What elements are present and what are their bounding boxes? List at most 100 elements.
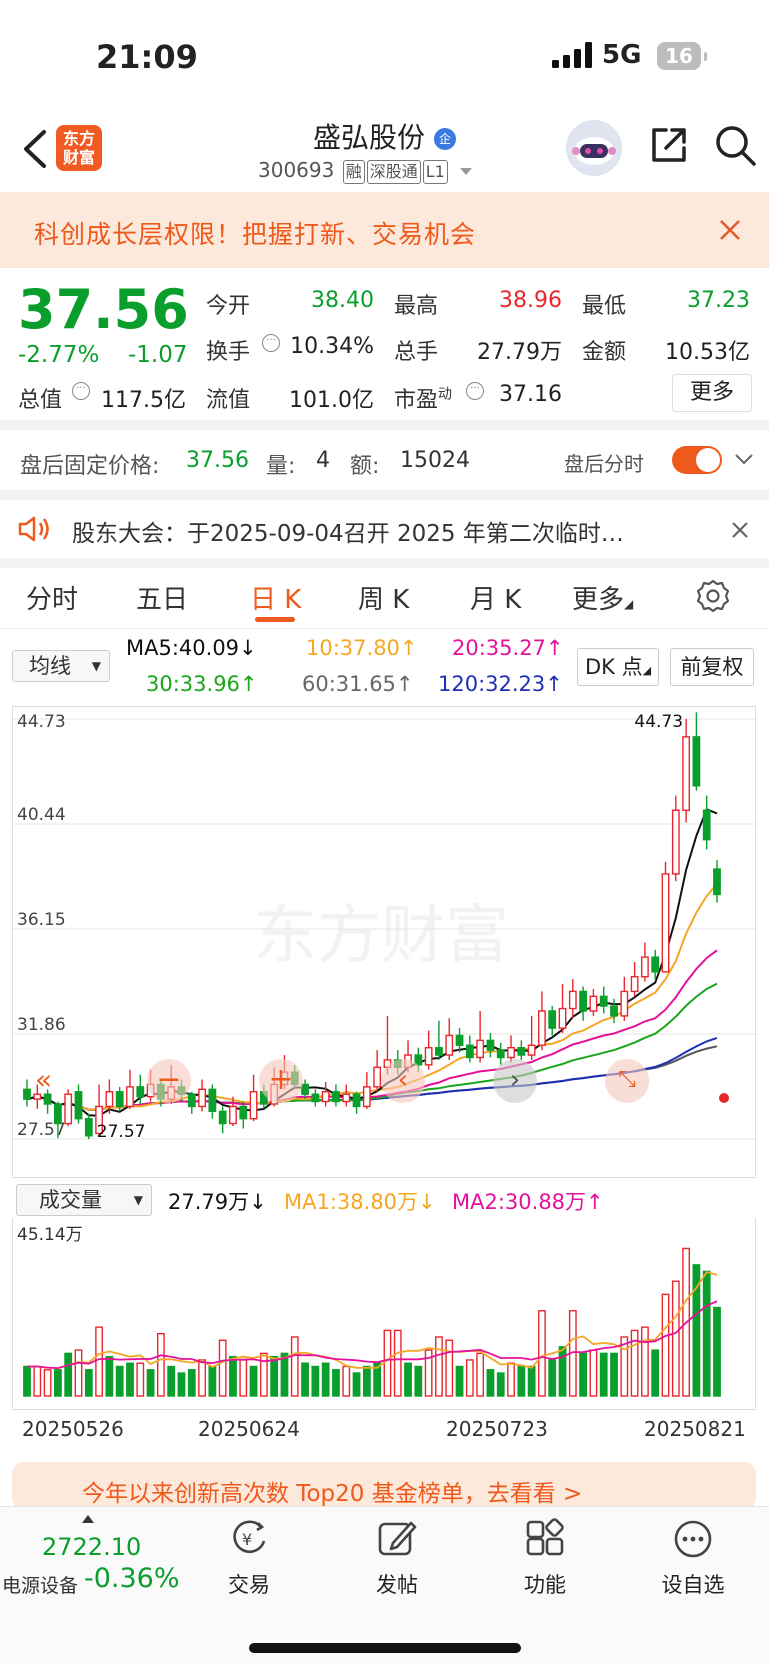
volume-bar — [74, 1349, 83, 1397]
indicator-select[interactable]: 均线 ▼ — [12, 650, 110, 682]
volume-bar — [126, 1362, 134, 1397]
volume-bar — [641, 1326, 649, 1397]
zoom-in-button[interactable]: + — [259, 1059, 303, 1103]
caret-icon: ◢ — [624, 597, 634, 611]
volume-bar — [465, 1359, 474, 1397]
candle-body — [671, 809, 680, 875]
candle-body — [311, 1093, 320, 1103]
ma-legend: 均线 ▼ MA5:40.09↓ 10:37.80↑ 20:35.27↑ 30:33… — [0, 632, 769, 704]
bottom-bar: 2722.10 电源设备 -0.36% ¥ 交易 发帖 功能 设自选 — [0, 1506, 769, 1665]
volume-bar — [599, 1352, 608, 1397]
status-bar: 21:09 5G 16 — [0, 0, 769, 110]
dk-point-label: DK 点 — [584, 655, 643, 679]
volume-bar — [517, 1365, 526, 1397]
amount-label: 金额 — [582, 340, 627, 365]
stock-header: 东方 财富 盛弘股份 企 300693 融深股通 L1 — [0, 110, 769, 192]
nav-functions-label: 功能 — [524, 1573, 566, 1597]
candle-body — [579, 990, 588, 1012]
tab-monthly-k[interactable]: 月 K — [470, 579, 521, 616]
promo-banner[interactable]: 科创成长层权限！把握打新、交易机会 — [0, 192, 769, 268]
volume-bar — [54, 1369, 62, 1397]
candle-body — [301, 1083, 309, 1095]
info-icon[interactable]: ··· — [72, 382, 90, 400]
volume-bar — [661, 1293, 670, 1397]
candle-body — [115, 1091, 124, 1108]
chevron-down-icon[interactable] — [734, 452, 754, 466]
trade-icon: ¥ — [233, 1520, 266, 1554]
chart-tabs: 分时 五日 日 K 周 K 月 K 更多◢ — [0, 565, 769, 629]
volume-bar — [115, 1365, 124, 1397]
volume-bar — [105, 1355, 114, 1397]
after-hours-row: 盘后固定价格: 37.56 量: 4 额: 15024 盘后分时 — [0, 430, 769, 490]
change-amount: -1.07 — [128, 342, 188, 368]
search-icon[interactable] — [714, 124, 758, 168]
ma30-value: 30:33.96↑ — [146, 672, 258, 696]
dk-point-button[interactable]: DK 点◢ — [577, 648, 659, 686]
more-dots-icon — [674, 1520, 712, 1558]
share-icon[interactable] — [648, 124, 690, 166]
candle-body — [548, 1010, 557, 1029]
status-time: 21:09 — [96, 38, 198, 76]
battery-icon: 16 — [657, 42, 707, 70]
adjust-button[interactable]: 前复权 — [670, 648, 754, 686]
candle-body — [362, 1086, 371, 1108]
candle-body — [558, 1007, 567, 1029]
volume-bar — [579, 1352, 588, 1397]
nav-set-watch[interactable]: 设自选 — [638, 1517, 748, 1597]
ma10-value: 10:37.80↑ — [306, 636, 418, 660]
fullscreen-icon[interactable]: ⤡ — [605, 1059, 649, 1103]
tab-five-day[interactable]: 五日 — [136, 579, 188, 616]
scroll-right-button[interactable]: › — [493, 1059, 537, 1103]
nav-functions[interactable]: 功能 — [490, 1517, 600, 1597]
nav-trade-label: 交易 — [228, 1573, 270, 1597]
candle-body — [455, 1034, 464, 1046]
nav-trade[interactable]: ¥ 交易 — [194, 1517, 304, 1597]
pe-sup: 动 — [438, 386, 453, 403]
tag-margin: 融 — [342, 160, 365, 184]
volume-bar — [321, 1362, 330, 1397]
candle-body — [527, 1044, 536, 1056]
tab-intraday[interactable]: 分时 — [26, 579, 78, 616]
candle-body — [249, 1091, 258, 1120]
fund-ad-banner[interactable]: 今年以来创新高次数 Top20 基金榜单，去看看 > — [12, 1462, 756, 1510]
candle-body — [54, 1103, 62, 1125]
ma60-value: 60:31.65↑ — [302, 672, 414, 696]
after-hours-toggle-label: 盘后分时 — [564, 452, 644, 476]
volume-select[interactable]: 成交量 ▼ — [16, 1184, 152, 1216]
candle-body — [208, 1088, 217, 1113]
edit-icon — [378, 1521, 417, 1556]
candle-body — [702, 809, 711, 841]
divider — [0, 490, 769, 500]
volume-bar — [620, 1336, 629, 1397]
stock-subline[interactable]: 300693 融深股通 L1 — [258, 158, 473, 184]
tab-weekly-k[interactable]: 周 K — [358, 579, 409, 616]
candle-body — [136, 1086, 145, 1098]
volume-chart[interactable]: 45.14万 — [12, 1218, 756, 1410]
close-icon[interactable] — [730, 520, 750, 540]
x-label-1: 20250526 — [22, 1417, 124, 1441]
candle-body — [589, 995, 598, 1012]
kline-chart[interactable]: 东方财富 44.73 40.44 36.15 31.86 27.57 44.73 27.… — [12, 706, 757, 1178]
volume-bar — [332, 1369, 340, 1397]
active-tab-indicator — [255, 617, 295, 622]
more-button[interactable]: 更多 — [672, 374, 752, 412]
y-tick-label: 36.15 — [17, 910, 66, 930]
x-label-3: 20250723 — [446, 1417, 548, 1441]
watermark: 东方财富 — [253, 899, 509, 973]
assistant-avatar-icon[interactable] — [566, 120, 622, 176]
close-icon[interactable] — [718, 218, 742, 242]
settings-gear-icon[interactable] — [696, 579, 730, 613]
zoom-out-button[interactable]: − — [147, 1059, 191, 1103]
tab-more[interactable]: 更多◢ — [572, 579, 633, 616]
after-hours-toggle[interactable] — [672, 446, 722, 474]
notice-row[interactable]: 股东大会：于2025-09-04召开 2025 年第二次临时… — [0, 500, 769, 560]
tab-daily-k[interactable]: 日 K — [250, 579, 301, 616]
nav-post[interactable]: 发帖 — [342, 1517, 452, 1597]
chevron-down-icon — [460, 168, 473, 175]
rewind-icon[interactable]: « — [35, 1063, 52, 1096]
candle-body — [332, 1091, 340, 1103]
volume-bar — [507, 1362, 515, 1397]
scroll-left-button[interactable]: ‹ — [381, 1059, 425, 1103]
info-icon[interactable]: ··· — [262, 334, 280, 352]
high-label: 最高 — [394, 294, 439, 319]
